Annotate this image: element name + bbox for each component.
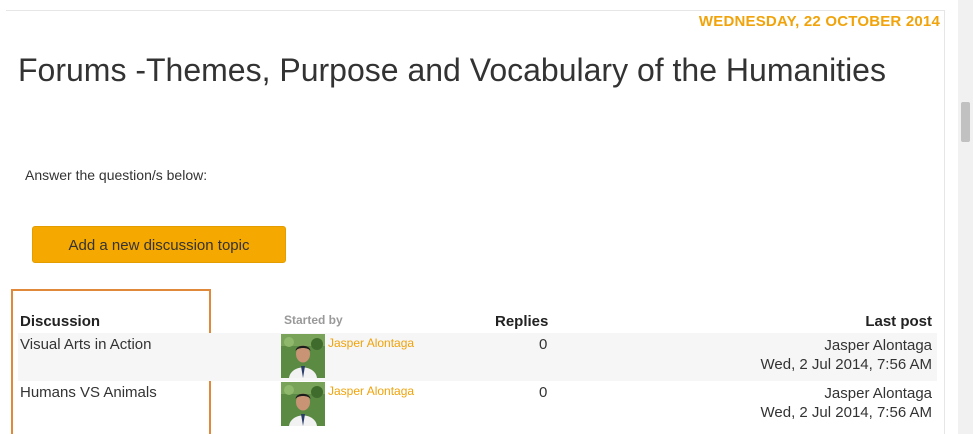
last-post-cell: Jasper Alontaga Wed, 2 Jul 2014, 7:56 AM [761, 384, 933, 422]
page-title: Forums -Themes, Purpose and Vocabulary o… [18, 52, 886, 88]
column-header-started-by[interactable]: Started by [284, 313, 343, 327]
add-discussion-button[interactable]: Add a new discussion topic [32, 226, 286, 263]
vertical-scrollbar[interactable] [958, 0, 973, 434]
started-by-user-link[interactable]: Jasper Alontaga [328, 336, 414, 350]
last-post-date-link[interactable]: Wed, 2 Jul 2014, 7:56 AM [761, 355, 933, 374]
started-by-user-link[interactable]: Jasper Alontaga [328, 384, 414, 398]
column-header-last-post[interactable]: Last post [865, 313, 932, 330]
scrollbar-thumb[interactable] [961, 102, 970, 142]
discussion-link[interactable]: Visual Arts in Action [20, 336, 151, 353]
forum-content: WEDNESDAY, 22 OCTOBER 2014 Forums -Theme… [6, 10, 945, 434]
discussion-link[interactable]: Humans VS Animals [20, 384, 157, 401]
forum-intro: Answer the question/s below: [25, 167, 208, 183]
last-post-date-link[interactable]: Wed, 2 Jul 2014, 7:56 AM [761, 403, 933, 422]
avatar-photo-icon [281, 382, 325, 426]
user-avatar-icon[interactable] [281, 334, 325, 378]
last-post-author-link[interactable]: Jasper Alontaga [761, 336, 932, 355]
last-post-author-link[interactable]: Jasper Alontaga [761, 384, 932, 403]
column-header-discussion[interactable]: Discussion [20, 313, 100, 330]
replies-count[interactable]: 0 [539, 384, 547, 401]
last-post-cell: Jasper Alontaga Wed, 2 Jul 2014, 7:56 AM [761, 336, 933, 374]
forum-page: WEDNESDAY, 22 OCTOBER 2014 Forums -Theme… [0, 0, 973, 434]
date-heading: WEDNESDAY, 22 OCTOBER 2014 [698, 13, 940, 30]
user-avatar-icon[interactable] [281, 382, 325, 426]
column-header-replies[interactable]: Replies [495, 313, 548, 330]
replies-count[interactable]: 0 [539, 336, 547, 353]
avatar-photo-icon [281, 334, 325, 378]
